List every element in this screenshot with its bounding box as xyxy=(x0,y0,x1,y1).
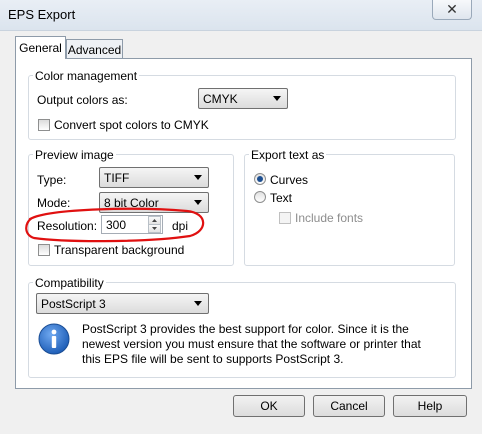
curves-label: Curves xyxy=(270,173,309,187)
include-fonts-label: Include fonts xyxy=(295,211,364,225)
tab-advanced-label: Advanced xyxy=(67,42,122,57)
radio-selected-dot xyxy=(257,176,263,182)
chevron-down-icon xyxy=(194,175,202,180)
convert-spot-checkbox[interactable] xyxy=(38,119,50,131)
window-title: EPS Export xyxy=(8,7,76,22)
type-label: Type: xyxy=(37,173,67,187)
chevron-down-icon xyxy=(194,301,202,306)
text-radio[interactable] xyxy=(254,191,266,203)
help-button-label: Help xyxy=(417,399,443,413)
tab-general[interactable]: General xyxy=(15,36,66,59)
tab-general-label: General xyxy=(19,41,62,55)
compatibility-value: PostScript 3 xyxy=(41,296,106,311)
compatibility-label: Compatibility xyxy=(33,276,106,290)
include-fonts-checkbox[interactable] xyxy=(279,212,291,224)
cancel-button[interactable]: Cancel xyxy=(313,395,385,417)
compatibility-select[interactable]: PostScript 3 xyxy=(36,293,209,314)
info-icon xyxy=(38,323,70,355)
chevron-down-icon xyxy=(273,96,281,101)
export-text-label: Export text as xyxy=(249,148,327,162)
transparent-background-label: Transparent background xyxy=(54,243,185,257)
type-value: TIFF xyxy=(104,170,130,185)
output-colors-select[interactable]: CMYK xyxy=(198,88,288,109)
export-text-group xyxy=(244,154,455,266)
tab-advanced[interactable]: Advanced xyxy=(66,39,123,59)
close-icon: ✕ xyxy=(446,1,458,17)
help-button[interactable]: Help xyxy=(393,395,467,417)
text-label: Text xyxy=(270,191,293,205)
convert-spot-label: Convert spot colors to CMYK xyxy=(54,118,209,132)
ok-button[interactable]: OK xyxy=(233,395,305,417)
output-colors-value: CMYK xyxy=(203,91,238,106)
preview-image-label: Preview image xyxy=(33,148,116,162)
type-select[interactable]: TIFF xyxy=(99,167,209,188)
output-colors-label: Output colors as: xyxy=(37,93,128,107)
close-button[interactable]: ✕ xyxy=(432,0,472,20)
color-management-label: Color management xyxy=(33,69,140,83)
transparent-background-checkbox[interactable] xyxy=(38,244,50,256)
compatibility-info-text: PostScript 3 provides the best support f… xyxy=(82,322,421,366)
ok-button-label: OK xyxy=(260,399,278,413)
curves-radio[interactable] xyxy=(254,173,266,185)
cancel-button-label: Cancel xyxy=(330,399,368,413)
resolution-highlight-circle xyxy=(25,207,205,243)
